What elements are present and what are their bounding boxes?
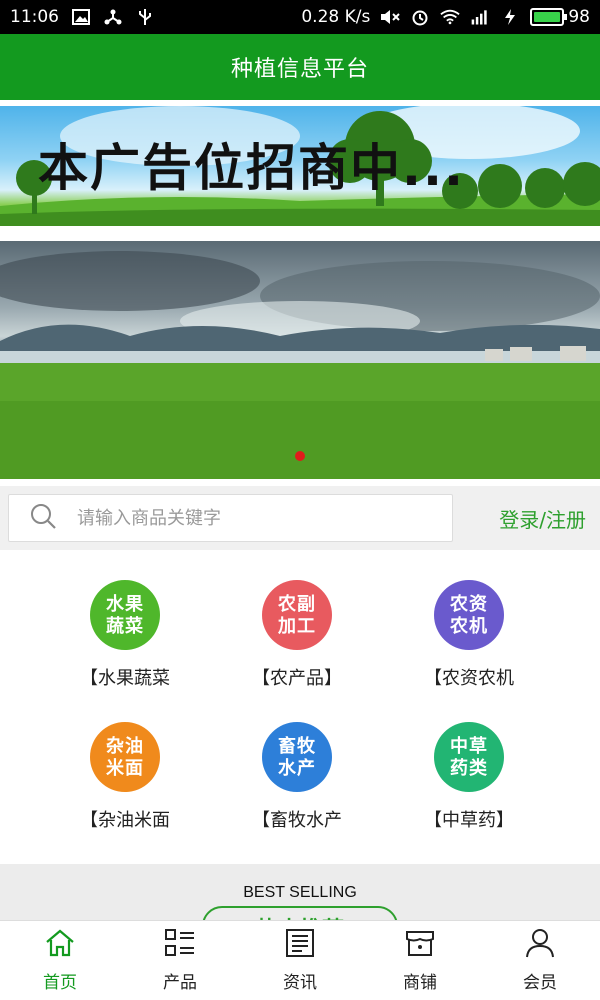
battery-percent: 98: [568, 7, 590, 27]
category-icon-text: 农副 加工: [278, 593, 316, 637]
nav-label: 资讯: [283, 973, 317, 993]
grain-oil-icon: 杂油 米面: [90, 722, 160, 792]
login-register-link[interactable]: 登录/注册: [499, 504, 592, 533]
best-selling-title: BEST SELLING: [243, 884, 357, 901]
fruit-vegetable-icon: 水果 蔬菜: [90, 580, 160, 650]
hero-carousel[interactable]: [0, 241, 600, 479]
image-notification-icon: [71, 8, 91, 26]
category-fruit-vegetable[interactable]: 水果 蔬菜 【水果蔬菜: [40, 580, 210, 690]
share-icon: [103, 8, 123, 26]
livestock-aquatic-icon: 畜牧 水产: [262, 722, 332, 792]
agri-supplies-icon: 农资 农机: [434, 580, 504, 650]
category-icon-text: 畜牧 水产: [278, 735, 316, 779]
nav-home[interactable]: 首页: [0, 921, 120, 1000]
category-label: 【农资农机: [424, 668, 514, 689]
charging-icon: [500, 8, 520, 26]
nav-shops[interactable]: 商铺: [360, 921, 480, 1000]
best-selling-section: BEST SELLING 热卖推荐: [0, 864, 600, 920]
category-livestock-aquatic[interactable]: 畜牧 水产 【畜牧水产: [212, 722, 382, 832]
category-label: 【杂油米面: [80, 810, 170, 831]
category-icon-text: 杂油 米面: [106, 735, 144, 779]
nav-label: 产品: [163, 973, 197, 993]
nav-label: 会员: [523, 973, 557, 993]
ad-text: 本广告位招商中...: [38, 139, 465, 197]
category-herbal-medicine[interactable]: 中草 药类 【中草药】: [384, 722, 554, 832]
hero-image: [0, 251, 600, 479]
user-icon: [524, 928, 556, 962]
herbal-medicine-icon: 中草 药类: [434, 722, 504, 792]
page-title: 种植信息平台: [230, 57, 369, 82]
alarm-icon: [410, 8, 430, 26]
search-box[interactable]: [8, 494, 453, 542]
category-icon-text: 农资 农机: [450, 593, 488, 637]
hot-recommend-badge: 热卖推荐: [202, 906, 398, 920]
category-icon-text: 中草 药类: [450, 735, 488, 779]
category-grid: 水果 蔬菜 【水果蔬菜 农副 加工 【农产品】 农资 农机 【农资农机 杂油 米…: [0, 552, 600, 864]
nav-label: 首页: [43, 973, 77, 993]
status-time: 11:06: [10, 7, 59, 27]
category-label: 【畜牧水产: [252, 810, 342, 831]
shop-icon: [404, 928, 436, 962]
usb-icon: [135, 8, 155, 26]
battery-fill: [534, 12, 560, 22]
battery-indicator: 98: [530, 7, 590, 27]
nav-label: 商铺: [403, 973, 437, 993]
nav-member[interactable]: 会员: [480, 921, 600, 1000]
signal-icon: [470, 8, 490, 26]
category-label: 【农产品】: [252, 668, 342, 689]
search-icon[interactable]: [29, 502, 57, 534]
battery-icon: [530, 8, 568, 26]
search-input[interactable]: [77, 507, 417, 529]
wifi-icon: [440, 8, 461, 26]
list-icon: [164, 928, 196, 962]
nav-news[interactable]: 资讯: [240, 921, 360, 1000]
category-agri-supplies[interactable]: 农资 农机 【农资农机: [384, 580, 554, 690]
app-header: 种植信息平台: [0, 34, 600, 100]
search-bar: 登录/注册: [0, 486, 600, 550]
status-bar: 11:06 0.28 K/s 98: [0, 0, 600, 34]
bottom-nav: 首页 产品 资讯 商铺 会员: [0, 920, 600, 1000]
carousel-indicator[interactable]: [295, 451, 305, 461]
category-label: 【水果蔬菜: [80, 668, 170, 689]
mute-icon: [380, 8, 401, 26]
category-label: 【中草药】: [424, 810, 514, 831]
farm-processing-icon: 农副 加工: [262, 580, 332, 650]
ad-banner[interactable]: 本广告位招商中...: [0, 106, 600, 226]
nav-products[interactable]: 产品: [120, 921, 240, 1000]
category-grain-oil[interactable]: 杂油 米面 【杂油米面: [40, 722, 210, 832]
category-icon-text: 水果 蔬菜: [106, 593, 144, 637]
network-speed: 0.28 K/s: [301, 7, 371, 27]
news-icon: [284, 928, 316, 962]
home-icon: [44, 928, 76, 962]
category-farm-products[interactable]: 农副 加工 【农产品】: [212, 580, 382, 690]
